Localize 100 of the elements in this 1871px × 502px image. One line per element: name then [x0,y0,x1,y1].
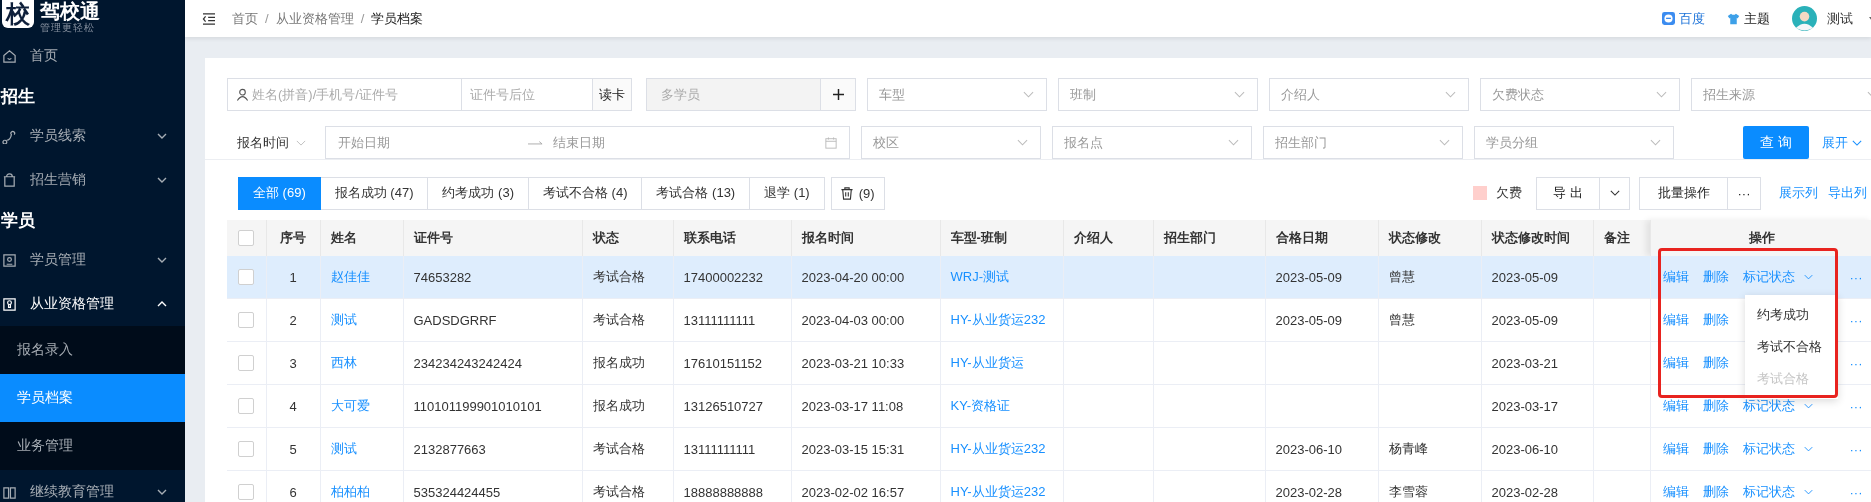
select-field[interactable]: 招生来源 [1691,78,1871,111]
table-row[interactable]: 1 赵佳佳 74653282 考试合格 17400002232 2023-04-20 00:00 WRJ-测试 2023-05-09 曾慧 2023-05-09 编辑 删除 标记状态 ··· [227,256,1871,299]
header-link[interactable]: 主题 [1727,9,1770,28]
table-cell: 4 [289,398,297,414]
column-header: 介绍人 [1073,230,1113,245]
select-field[interactable]: 车型 [867,78,1047,111]
edit-link[interactable]: 编辑 [1662,483,1689,501]
status-tab[interactable]: 考试合格 (13) [642,176,751,210]
delete-link[interactable]: 删除 [1702,483,1729,501]
trash-icon [840,186,853,200]
select-field[interactable]: 校区 [861,126,1041,159]
breadcrumb-item[interactable]: 首页 [232,9,258,28]
column-header: 姓名 [330,230,357,245]
date-type-select[interactable]: 报名时间 [227,133,325,152]
more-link[interactable]: ··· [1849,269,1863,285]
select-field[interactable]: 欠费状态 [1480,78,1680,111]
table-link[interactable]: HY-从业货运232 [950,484,1046,499]
table-link[interactable]: WRJ-测试 [950,269,1009,284]
table-cell: 2023-03-21 [1491,355,1558,371]
status-tab[interactable]: 约考成功 (3) [428,176,529,210]
user-icon [236,88,249,101]
table-link[interactable]: 赵佳佳 [330,269,370,284]
mark-status-dropdown[interactable]: 标记状态 [1742,268,1813,286]
column-link[interactable]: 导出列 [1828,184,1867,202]
sidebar-item[interactable]: 招生营销 [0,158,185,202]
sidebar-item[interactable]: 首页 [0,34,185,78]
mark-status-dropdown[interactable]: 标记状态 [1742,397,1813,415]
table-link[interactable]: HY-从业货运 [950,355,1024,370]
checkbox[interactable] [238,355,255,372]
read-card-button[interactable]: 读卡 [593,78,632,111]
checkbox[interactable] [238,230,255,247]
edit-link[interactable]: 编辑 [1662,397,1689,415]
submenu-item[interactable]: 报名录入 [0,326,185,374]
table-link[interactable]: 测试 [330,312,357,327]
checkbox[interactable] [238,441,255,458]
table-link[interactable]: 测试 [330,441,357,456]
delete-link[interactable]: 删除 [1702,354,1729,372]
user-name[interactable]: 测试 [1827,9,1853,28]
edit-link[interactable]: 编辑 [1662,440,1689,458]
sidebar-item[interactable]: 继续教育管理 [0,470,185,502]
more-link[interactable]: ··· [1849,484,1863,500]
table-link[interactable]: 西林 [330,355,357,370]
more-link[interactable]: ··· [1849,355,1863,371]
table-link[interactable]: 大可爱 [330,398,370,413]
table-link[interactable]: HY-从业货运232 [950,312,1046,327]
edit-link[interactable]: 编辑 [1662,268,1689,286]
sidebar-item[interactable]: 从业资格管理 [0,282,185,326]
more-link[interactable]: ··· [1849,398,1863,414]
checkbox[interactable] [238,269,255,286]
select-field[interactable]: 招生部门 [1263,126,1463,159]
mark-status-dropdown[interactable]: 标记状态 [1742,440,1813,458]
mark-status-dropdown[interactable]: 标记状态 [1742,483,1813,501]
status-tab[interactable]: 报名成功 (47) [320,176,429,210]
status-tab[interactable]: 全部 (69) [238,176,321,210]
more-button[interactable]: ··· [1728,176,1761,210]
status-tab[interactable]: 考试不合格 (4) [528,176,643,210]
table-link[interactable]: 柏柏柏 [330,484,370,499]
select-field[interactable]: 学员分组 [1474,126,1674,159]
breadcrumb-item[interactable]: 学员档案 [371,9,424,28]
checkbox[interactable] [238,398,255,415]
search-field[interactable]: 姓名(拼音)/手机号/证件号 [227,78,462,111]
export-button[interactable]: 导 出 [1536,176,1600,210]
date-range-field[interactable]: 开始日期 结束日期 [325,126,850,159]
more-link[interactable]: ··· [1849,441,1863,457]
sidebar-item[interactable]: 学员管理 [0,238,185,282]
delete-link[interactable]: 删除 [1702,397,1729,415]
select-field[interactable]: 介绍人 [1269,78,1469,111]
recycle-bin-button[interactable]: (9) [830,176,885,210]
sidebar-item[interactable]: 学员线索 [0,114,185,158]
expand-link[interactable]: 展开 [1822,133,1862,152]
query-button[interactable]: 查 询 [1743,126,1809,159]
checkbox[interactable] [238,484,255,501]
delete-link[interactable]: 删除 [1702,268,1729,286]
table-row[interactable]: 5 测试 2132877663 考试合格 13111111111 2023-03-15 15:31 HY-从业货运232 2023-06-10 杨青峰 2023-06-10 编辑 删除 标记状态 ··· [227,427,1871,471]
input-field[interactable]: 证件号后位 [462,78,593,111]
table-link[interactable]: KY-资格证 [950,398,1010,413]
add-button[interactable] [821,78,856,111]
table-cell: 考试合格 [592,269,645,284]
avatar[interactable] [1792,6,1817,31]
submenu-item[interactable]: 学员档案 [0,374,185,422]
export-dropdown-button[interactable] [1600,176,1630,210]
menu-item[interactable]: 约考成功 [1745,299,1838,331]
table-row[interactable]: 6 柏柏柏 535324424455 考试合格 18888888888 2023-02-02 16:57 HY-从业货运232 2023-02-28 李雪蓉 2023-02-28 编辑 删除 标记状态 ··· [227,470,1871,502]
submenu-item[interactable]: 业务管理 [0,422,185,470]
delete-link[interactable]: 删除 [1702,311,1729,329]
menu-fold-icon[interactable] [202,12,216,25]
edit-link[interactable]: 编辑 [1662,311,1689,329]
status-tab[interactable]: 退学 (1) [750,176,825,210]
column-link[interactable]: 展示列 [1779,184,1818,202]
batch-button[interactable]: 批量操作 [1639,176,1728,210]
delete-link[interactable]: 删除 [1702,440,1729,458]
more-link[interactable]: ··· [1849,312,1863,328]
select-field[interactable]: 班制 [1058,78,1258,111]
header-link[interactable]: 百度 [1662,9,1705,28]
checkbox[interactable] [238,312,255,329]
column-header: 状态 [592,230,619,245]
edit-link[interactable]: 编辑 [1662,354,1689,372]
table-link[interactable]: HY-从业货运232 [950,441,1046,456]
select-field[interactable]: 报名点 [1052,126,1252,159]
breadcrumb-item[interactable]: 从业资格管理 [275,9,354,28]
